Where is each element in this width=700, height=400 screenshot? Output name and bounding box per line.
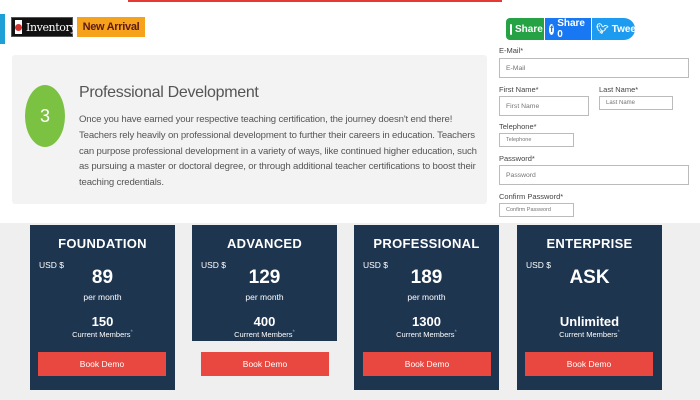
- book-demo-button-advanced[interactable]: Book Demo: [201, 352, 329, 376]
- password-label: Password*: [499, 154, 535, 163]
- whatsapp-share-label: Share: [515, 23, 543, 35]
- inventory-tag-label: Inventory: [26, 20, 77, 34]
- plan-name: FOUNDATION: [58, 236, 147, 251]
- plan-members-count: 150: [91, 314, 114, 329]
- top-accent-line: [128, 0, 502, 2]
- telephone-field[interactable]: [499, 133, 574, 147]
- step-description: Once you have earned your respective tea…: [79, 114, 477, 189]
- plan-members-label: Current Members*: [396, 330, 457, 339]
- book-demo-button-enterprise[interactable]: Book Demo: [525, 352, 653, 376]
- plan-name: PROFESSIONAL: [373, 236, 480, 251]
- email-field[interactable]: [499, 58, 689, 78]
- left-accent-bar: [0, 14, 5, 44]
- plan-members-count: 400: [253, 314, 276, 329]
- facebook-share-button[interactable]: f Share 0: [545, 18, 591, 40]
- japan-flag-icon: [15, 20, 22, 34]
- plan-card-advanced: ADVANCED USD $ 129 per month 400 Current…: [192, 225, 337, 341]
- password-field[interactable]: [499, 165, 689, 185]
- whatsapp-icon: [510, 23, 512, 35]
- plan-period: per month: [83, 292, 122, 302]
- plan-name: ADVANCED: [226, 236, 303, 251]
- plan-members-label: Current Members*: [72, 330, 133, 339]
- plan-price: 89: [91, 267, 114, 288]
- facebook-icon: f: [549, 23, 555, 35]
- new-arrival-tag[interactable]: New Arrival: [77, 17, 145, 37]
- first-name-label: First Name*: [499, 85, 539, 94]
- twitter-tweet-button[interactable]: 🐦︎ Tweet: [592, 18, 639, 40]
- plan-price: 129: [248, 267, 281, 288]
- step-title: Professional Development: [79, 84, 259, 101]
- plan-price: ASK: [569, 267, 610, 288]
- plan-period: per month: [245, 292, 284, 302]
- telephone-label: Telephone*: [499, 122, 537, 131]
- whatsapp-share-button[interactable]: Share: [506, 18, 544, 40]
- last-name-label: Last Name*: [599, 85, 639, 94]
- plan-period: per month: [407, 292, 446, 302]
- twitter-bird-icon: 🐦︎: [596, 23, 609, 35]
- plan-members-count: Unlimited: [559, 314, 620, 329]
- plan-name: ENTERPRISE: [546, 236, 633, 251]
- plan-price: 189: [410, 267, 443, 288]
- step-number-badge: 3: [25, 85, 65, 147]
- facebook-share-label: Share 0: [557, 18, 585, 40]
- inventory-tag[interactable]: Inventory: [11, 17, 77, 37]
- twitter-tweet-label: Tweet: [611, 23, 640, 35]
- first-name-field[interactable]: [499, 96, 589, 116]
- plan-members-label: Current Members*: [559, 330, 620, 339]
- last-name-field[interactable]: [599, 96, 673, 110]
- book-demo-button-professional[interactable]: Book Demo: [363, 352, 491, 376]
- confirm-password-label: Confirm Password*: [499, 192, 564, 201]
- email-label: E-Mail*: [499, 46, 524, 55]
- confirm-password-field[interactable]: [499, 203, 574, 217]
- plan-members-count: 1300: [412, 314, 441, 329]
- plan-members-label: Current Members*: [234, 330, 295, 339]
- book-demo-button-foundation[interactable]: Book Demo: [38, 352, 166, 376]
